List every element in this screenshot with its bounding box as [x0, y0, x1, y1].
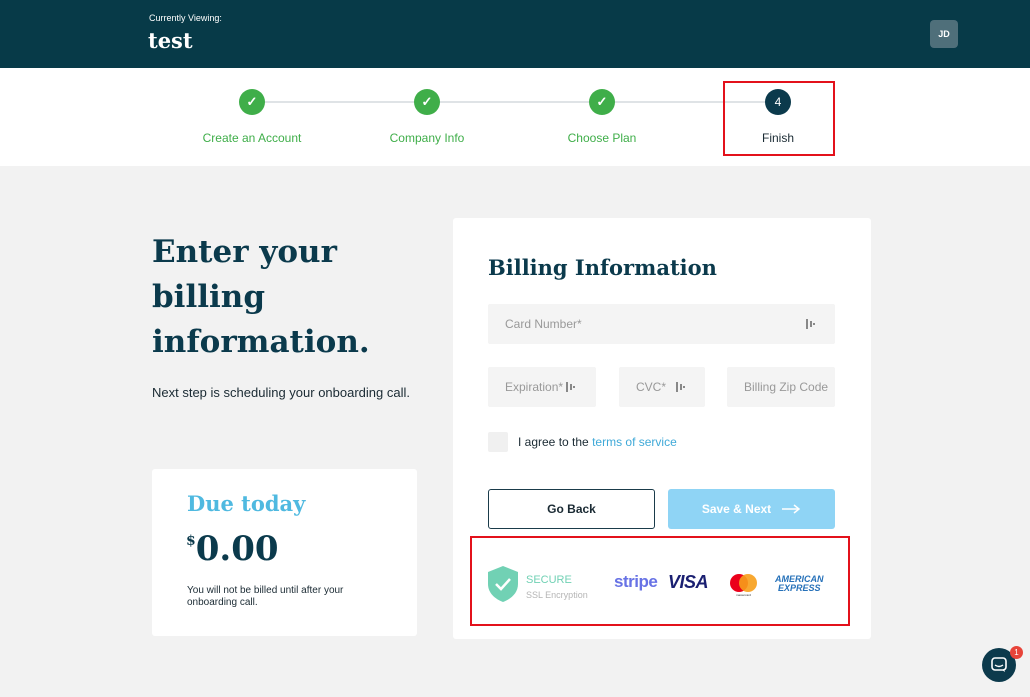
cvc-placeholder: CVC*	[636, 380, 667, 394]
mastercard-wordmark: mastercard	[736, 593, 751, 597]
go-back-label: Go Back	[547, 502, 596, 516]
page-title: Enter your billing information.	[152, 234, 370, 360]
arrow-right-icon	[782, 504, 801, 514]
progress-stepper: ✓ Create an Account ✓ Company Info ✓ Cho…	[0, 68, 1030, 166]
go-back-button[interactable]: Go Back	[488, 489, 655, 529]
stripe-logo: stripe	[614, 572, 658, 591]
check-icon: ✓	[239, 89, 265, 115]
amount-value: 0.00	[195, 529, 279, 569]
billing-title: Billing Information	[488, 255, 717, 280]
autofill-icon	[806, 319, 815, 329]
card-number-placeholder: Card Number*	[505, 317, 582, 331]
step-label: Create an Account	[202, 131, 302, 145]
step-label: Company Info	[389, 131, 465, 145]
top-bar: Currently Viewing: test JD	[0, 0, 1030, 68]
card-number-input[interactable]: Card Number*	[488, 304, 835, 344]
secure-label: SECURE	[526, 574, 572, 586]
step-connector	[252, 101, 427, 103]
page-subtitle: Next step is scheduling your onboarding …	[152, 385, 410, 400]
amex-line-2: EXPRESS	[777, 583, 821, 593]
user-avatar[interactable]: JD	[930, 20, 958, 48]
billing-zip-input[interactable]: Billing Zip Code	[727, 367, 835, 407]
shield-check-icon	[488, 566, 518, 602]
terms-checkbox[interactable]	[488, 432, 508, 452]
save-next-button[interactable]: Save & Next	[668, 489, 835, 529]
terms-prefix: I agree to the	[518, 435, 593, 449]
step-connector	[427, 101, 602, 103]
step-label: Choose Plan	[567, 131, 637, 145]
due-amount: $0.00	[186, 529, 279, 569]
expiration-input[interactable]: Expiration*	[488, 367, 596, 407]
expiration-placeholder: Expiration*	[505, 380, 564, 394]
currently-viewing-label: Currently Viewing:	[149, 13, 222, 23]
terms-text: I agree to the terms of service	[518, 435, 677, 449]
currency-symbol: $	[186, 533, 196, 549]
due-today-card: Due today $0.00 You will not be billed u…	[152, 469, 417, 636]
autofill-icon	[566, 382, 575, 392]
autofill-icon	[676, 382, 685, 392]
amex-logo: AMERICAN EXPRESS	[775, 575, 824, 593]
billing-zip-placeholder: Billing Zip Code	[744, 380, 829, 394]
chat-icon	[991, 657, 1007, 672]
billing-note: You will not be billed until after your …	[187, 585, 344, 608]
mastercard-logo: mastercard	[730, 574, 757, 597]
save-next-label: Save & Next	[701, 502, 772, 516]
finish-step-highlight	[723, 81, 835, 156]
terms-of-service-link[interactable]: terms of service	[592, 435, 677, 449]
check-icon: ✓	[414, 89, 440, 115]
unread-badge: 1	[1010, 646, 1023, 659]
due-today-title: Due today	[187, 491, 306, 516]
ssl-label: SSL Encryption	[526, 590, 588, 600]
cvc-input[interactable]: CVC*	[619, 367, 705, 407]
currently-viewing-value: test	[148, 28, 193, 53]
visa-logo: VISA	[668, 572, 709, 592]
check-icon: ✓	[589, 89, 615, 115]
